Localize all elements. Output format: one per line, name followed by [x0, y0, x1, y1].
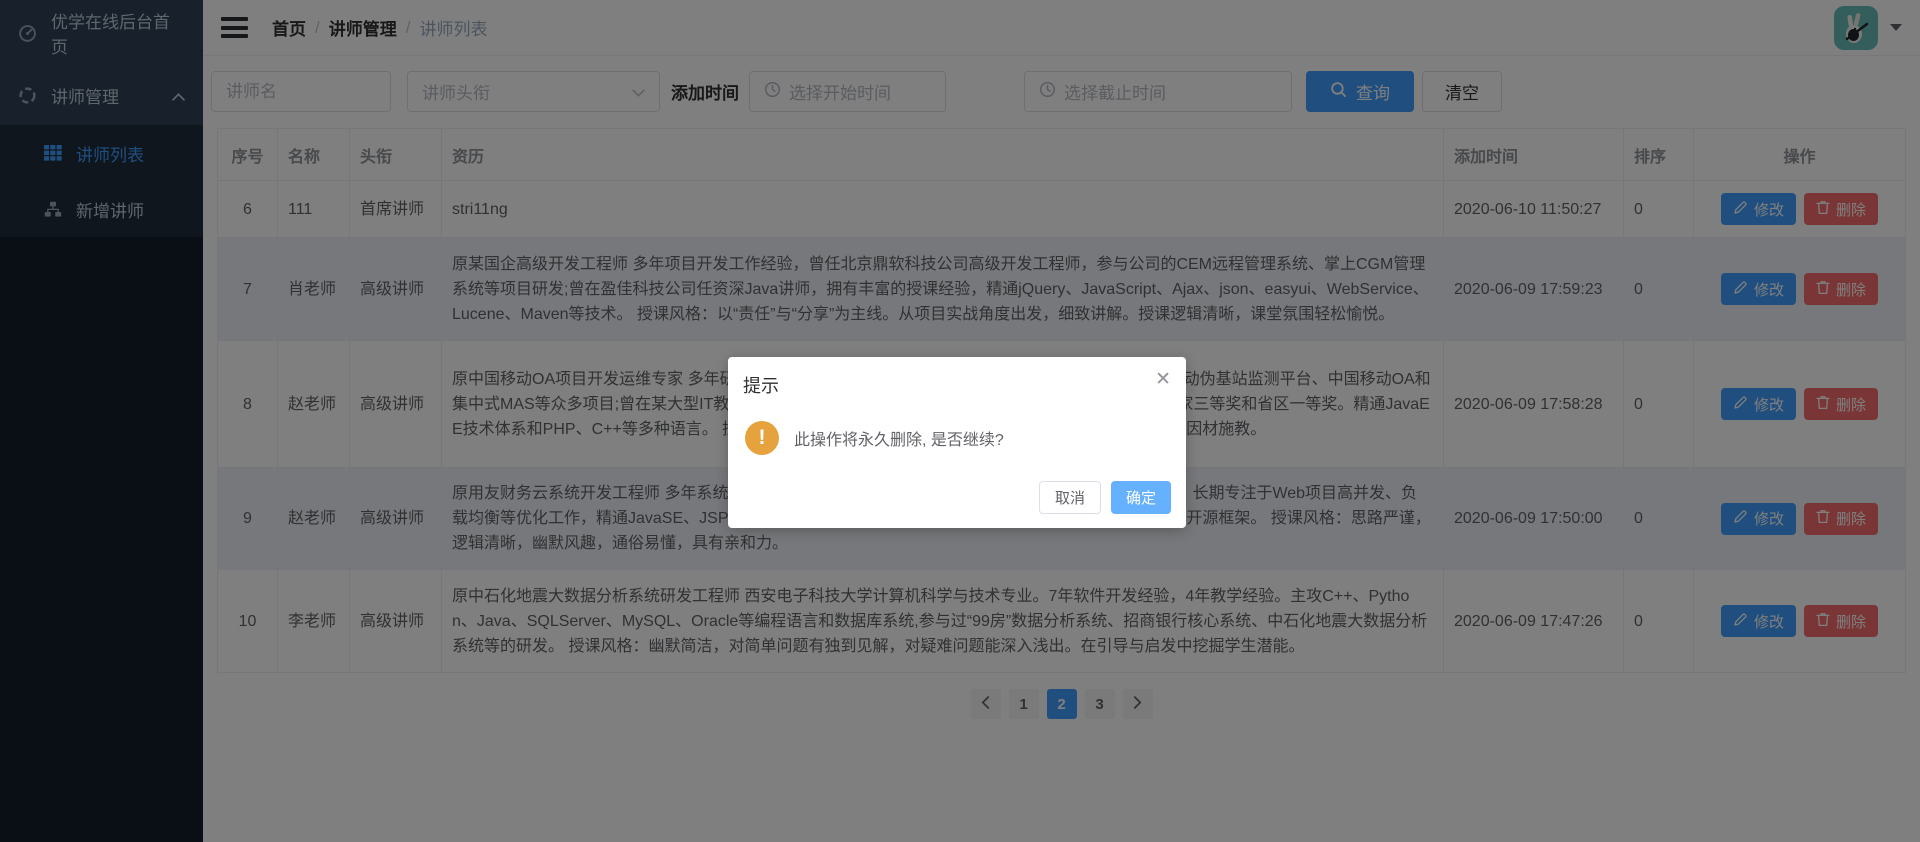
warning-icon: !: [745, 421, 779, 455]
close-icon[interactable]: ✕: [1155, 370, 1171, 389]
dialog-actions: 取消 确定: [743, 481, 1171, 514]
dialog-body: ! 此操作将永久删除, 是否继续?: [745, 421, 1171, 455]
confirm-delete-dialog: 提示 ✕ ! 此操作将永久删除, 是否继续? 取消 确定: [728, 357, 1186, 528]
confirm-button[interactable]: 确定: [1110, 481, 1171, 514]
dialog-message: 此操作将永久删除, 是否继续?: [794, 432, 1004, 449]
dialog-title: 提示: [743, 376, 779, 396]
cancel-button[interactable]: 取消: [1038, 481, 1101, 514]
admin-app: 优学在线后台首页 讲师管理 讲师列表新增讲师 首页/讲师管理/讲师列表: [0, 0, 1920, 842]
